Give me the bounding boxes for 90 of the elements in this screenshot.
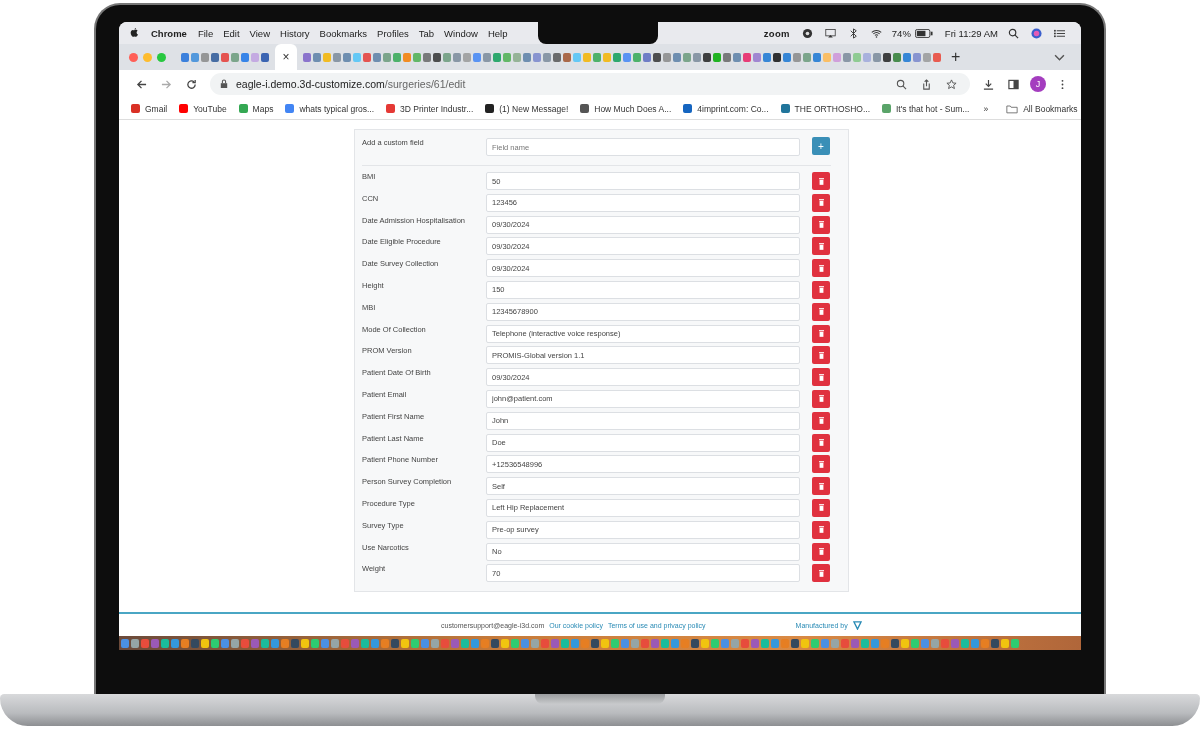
delete-button[interactable] [812, 542, 830, 561]
siri-icon[interactable] [1031, 27, 1042, 39]
delete-button[interactable] [812, 172, 830, 190]
trash-icon [818, 395, 824, 403]
share-icon[interactable] [921, 78, 932, 90]
delete-button[interactable] [812, 237, 830, 256]
control-center-icon[interactable] [1054, 27, 1065, 39]
trash-icon [818, 199, 824, 207]
new-tab-button[interactable]: + [951, 48, 961, 66]
trash-icon [818, 308, 824, 316]
record-icon[interactable] [801, 27, 813, 39]
trash-icon [818, 221, 824, 229]
delete-button[interactable] [812, 215, 830, 234]
clock[interactable]: Fri 11:29 AM [944, 27, 998, 39]
trash-icon [818, 439, 824, 447]
menu-item[interactable]: Tab [418, 27, 435, 39]
delete-button[interactable] [812, 281, 830, 299]
download-icon[interactable] [983, 78, 994, 90]
delete-button[interactable] [812, 193, 830, 212]
delete-button[interactable] [812, 498, 830, 517]
bookmark-item[interactable]: It's that hot - Sum... [882, 103, 970, 114]
menu-item[interactable]: Window [444, 27, 478, 39]
airplay-icon[interactable] [824, 27, 836, 39]
back-icon[interactable] [136, 78, 147, 90]
trash-icon [818, 526, 824, 534]
side-panel-icon[interactable] [1008, 78, 1019, 90]
close-window-icon[interactable] [129, 52, 138, 62]
menu-item[interactable]: File [197, 27, 214, 39]
bookmark-item[interactable]: YouTube [179, 103, 227, 114]
maximize-window-icon[interactable] [157, 52, 166, 62]
bookmark-item[interactable]: Gmail [131, 103, 168, 114]
trash-icon [818, 330, 824, 338]
bookmark-item[interactable]: (1) New Message! [485, 103, 569, 114]
menu-item[interactable]: View [249, 27, 270, 39]
delete-button[interactable] [812, 389, 830, 408]
delete-button[interactable] [812, 433, 830, 452]
menu-item[interactable]: Profiles [377, 27, 409, 39]
trash-icon [818, 417, 824, 425]
forward-icon[interactable] [161, 78, 172, 90]
bookmark-item[interactable]: 4imprint.com: Co... [683, 103, 769, 114]
search-icon[interactable] [1008, 27, 1019, 39]
address-bar[interactable]: eagle-i.demo.3d-customize.com/surgeries/61/edit [210, 73, 970, 95]
trash-icon [818, 460, 824, 468]
folder-icon [1006, 103, 1019, 114]
bookmark-item[interactable]: whats typical gros... [285, 103, 375, 114]
bookmark-item[interactable]: 3D Printer Industr... [386, 103, 474, 114]
zoom-status[interactable]: zoom [763, 27, 790, 39]
more-bookmarks[interactable]: » [983, 103, 989, 114]
battery-icon[interactable] [914, 28, 933, 38]
star-icon[interactable] [946, 78, 957, 90]
trash-icon [818, 373, 824, 381]
bookmark-item[interactable]: THE ORTHOSHO... [780, 103, 870, 114]
shield-logo-icon [852, 620, 862, 630]
trash-icon [818, 504, 824, 512]
zoom-lens-icon[interactable] [896, 78, 907, 90]
battery-percent: 74% [891, 27, 911, 39]
delete-button[interactable] [812, 564, 830, 583]
trash-icon [818, 548, 824, 556]
delete-button[interactable] [812, 455, 830, 474]
delete-button[interactable] [812, 302, 830, 321]
wifi-icon[interactable] [870, 27, 882, 39]
lock-icon[interactable] [220, 79, 228, 89]
all-bookmarks[interactable]: All Bookmarks [1006, 103, 1078, 114]
apple-icon[interactable] [129, 27, 139, 39]
delete-button[interactable] [812, 411, 830, 430]
trash-icon [818, 242, 824, 250]
bookmark-item[interactable]: Maps [238, 103, 274, 114]
menu-app-name[interactable]: Chrome [151, 27, 187, 39]
delete-button[interactable] [812, 324, 830, 343]
delete-button[interactable] [812, 368, 830, 387]
delete-button[interactable] [812, 520, 830, 539]
add-field-button[interactable]: + [812, 137, 830, 155]
menu-item[interactable]: History [280, 27, 310, 39]
active-tab-close[interactable]: × [275, 44, 297, 70]
trash-icon [818, 286, 824, 294]
trash-icon [818, 351, 824, 359]
menu-item[interactable]: Help [487, 27, 508, 39]
trash-icon [818, 264, 824, 272]
url-text[interactable]: eagle-i.demo.3d-customize.com/surgeries/61/edit [236, 78, 466, 90]
reload-icon[interactable] [186, 78, 197, 90]
delete-button[interactable] [812, 259, 830, 278]
bookmark-item[interactable]: How Much Does A... [580, 103, 672, 114]
delete-button[interactable] [812, 477, 830, 496]
profile-avatar[interactable]: J [1030, 76, 1046, 92]
trash-icon [818, 482, 824, 490]
menu-item[interactable]: Edit [223, 27, 240, 39]
trash-icon [818, 177, 824, 185]
delete-button[interactable] [812, 346, 830, 365]
trash-icon [818, 569, 824, 577]
menu-item[interactable]: Bookmarks [319, 27, 368, 39]
